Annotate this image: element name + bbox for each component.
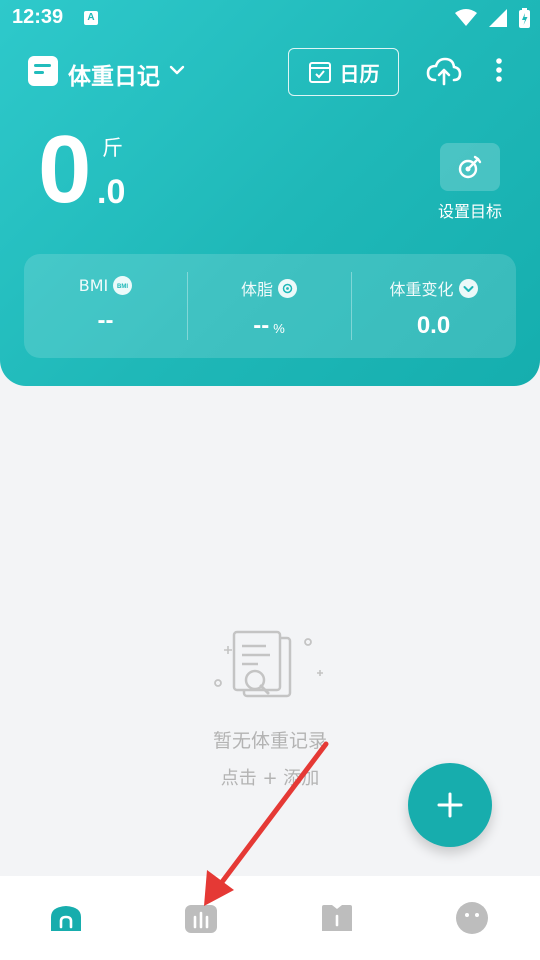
status-icons (455, 8, 530, 28)
stat-fat-unit: % (273, 321, 285, 336)
weight-integer: 0 (38, 116, 92, 223)
chart-icon (185, 905, 217, 933)
stat-weight-change[interactable]: 体重变化 0.0 (351, 254, 516, 358)
stat-change-title: 体重变化 (389, 280, 454, 299)
stat-fat-title: 体脂 (240, 280, 273, 299)
empty-state-title: 暂无体重记录 (212, 730, 327, 752)
header-panel: 12:39 A 体重日记 日历 0 斤 .0 设置目标 BMI BMI -- 体… (0, 0, 540, 386)
more-vertical-icon[interactable] (488, 56, 510, 86)
bottom-navigation (0, 876, 540, 960)
bmi-icon: BMI (113, 276, 133, 295)
calendar-button[interactable]: 日历 (288, 48, 399, 96)
diary-app-icon (28, 56, 58, 86)
status-bar: 12:39 A (0, 0, 540, 36)
add-record-button[interactable] (408, 763, 492, 847)
nav-item-book[interactable] (319, 900, 355, 936)
calendar-label: 日历 (339, 61, 380, 86)
stats-card: BMI BMI -- 体脂 --% 体重变化 0.0 (24, 254, 516, 358)
cloud-upload-icon[interactable] (426, 56, 462, 86)
nav-item-home[interactable] (48, 900, 84, 936)
nav-item-chart[interactable] (183, 900, 219, 936)
stat-bmi-value: -- (97, 307, 114, 334)
stat-fat-value: -- (253, 312, 270, 339)
face-icon (456, 902, 488, 934)
nav-item-profile[interactable] (454, 900, 490, 936)
battery-icon (519, 8, 530, 28)
notification-icon: A (84, 11, 98, 25)
status-time: 12:39 (12, 6, 64, 28)
svg-text:BMI: BMI (117, 284, 128, 290)
weight-decimal: .0 (97, 173, 126, 211)
dart-target-icon (458, 155, 482, 179)
empty-records-icon (214, 630, 323, 698)
home-icon (51, 906, 81, 931)
set-goal-button[interactable] (440, 143, 500, 191)
notification-badge-text: A (87, 12, 95, 23)
calendar-icon (308, 62, 331, 83)
stat-change-value: 0.0 (416, 312, 451, 339)
stat-bmi-title: BMI (78, 276, 109, 295)
plus-icon (437, 792, 463, 818)
set-goal-label[interactable]: 设置目标 (430, 198, 510, 222)
book-icon (322, 905, 352, 931)
chevron-down-circle-icon (458, 278, 478, 298)
stat-bmi[interactable]: BMI BMI -- (24, 254, 187, 358)
wifi-icon (455, 9, 477, 26)
fat-icon (278, 278, 297, 298)
diary-title[interactable]: 体重日记 (68, 57, 160, 91)
chevron-down-icon[interactable] (168, 60, 186, 80)
stat-body-fat[interactable]: 体脂 --% (187, 254, 351, 358)
signal-icon (489, 9, 507, 27)
weight-unit: 斤 (102, 136, 123, 160)
